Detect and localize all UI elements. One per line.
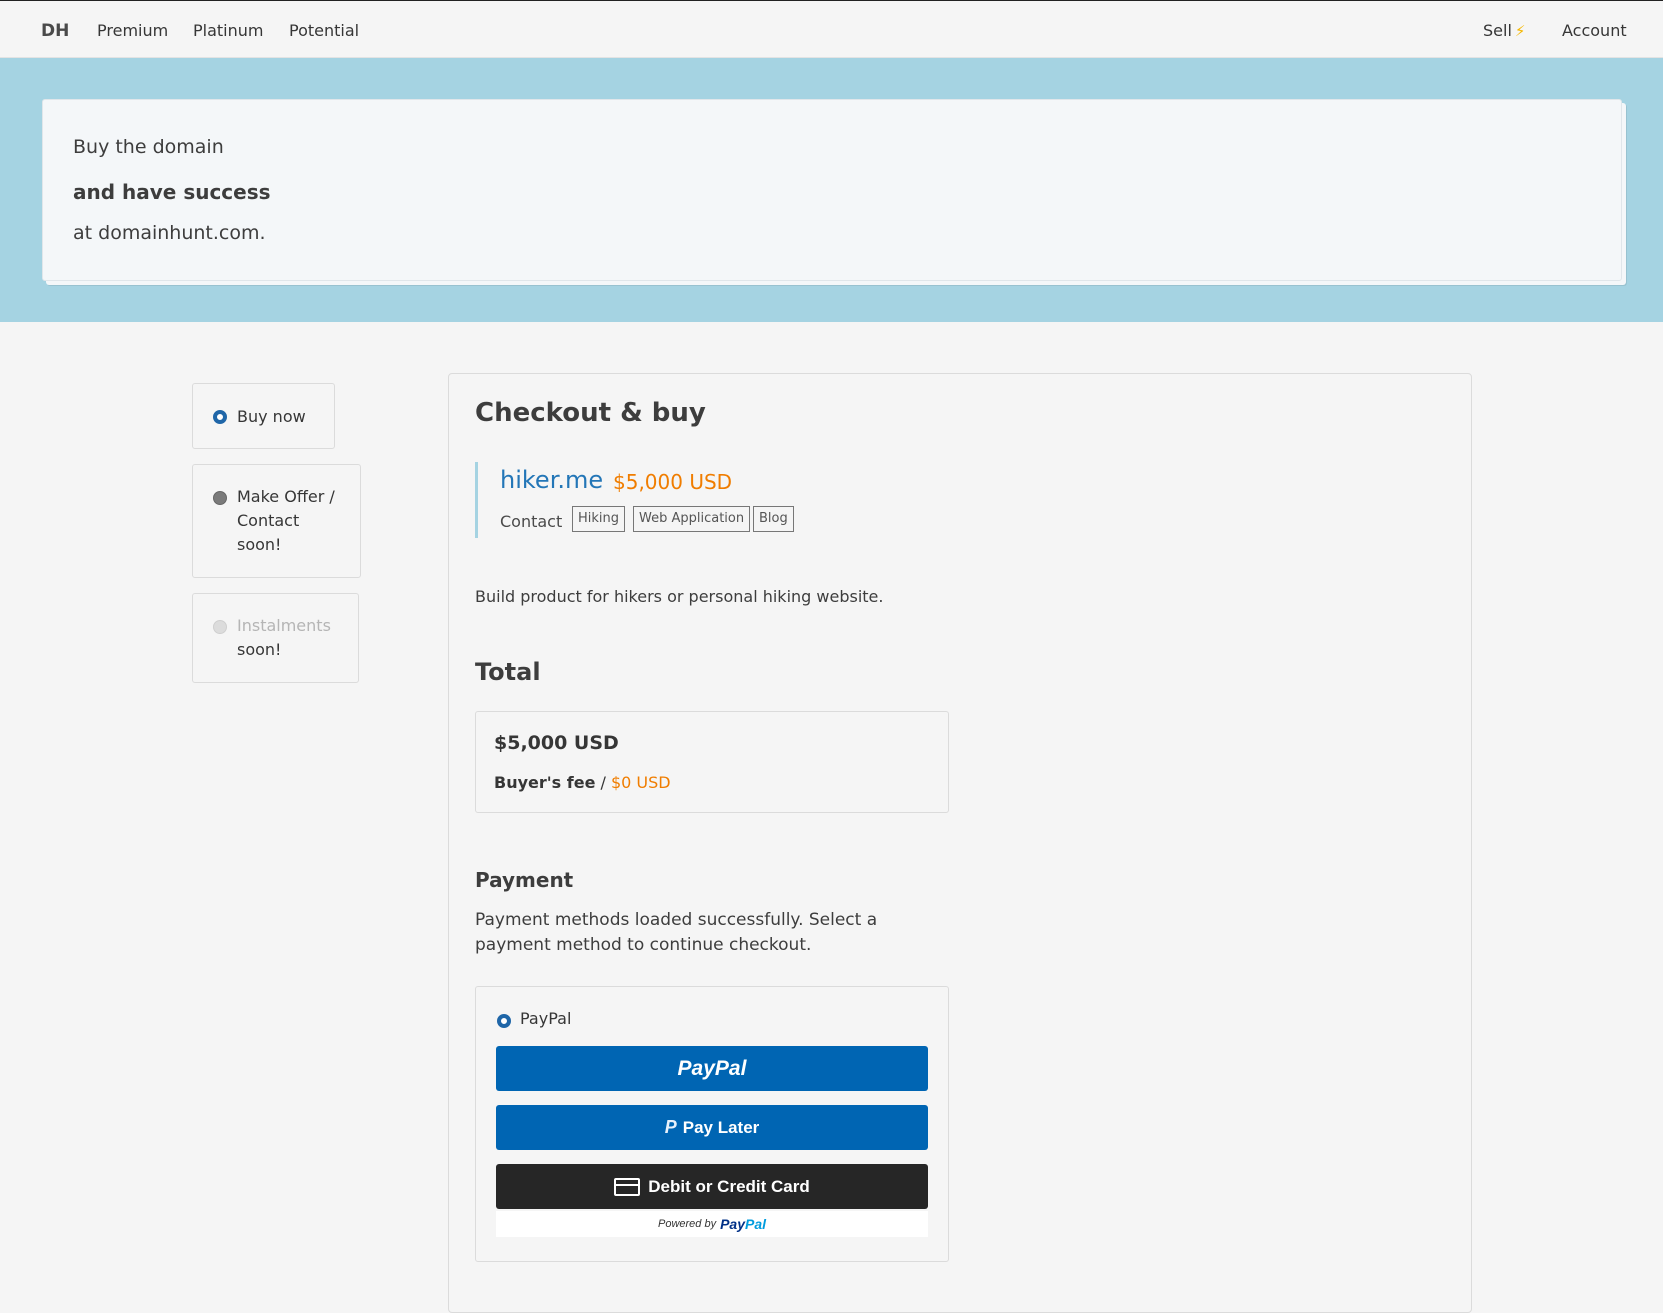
option-instalments: Instalments soon! [192,593,359,683]
credit-card-icon [614,1177,641,1196]
domain-price: $5,000 USD [613,470,733,494]
option-make-offer-label-1: Make Offer / [237,487,335,506]
brand-logo[interactable]: DH [41,1,69,61]
hero-line-3: at domainhunt.com. [73,222,266,244]
payment-heading: Payment [475,868,574,892]
option-buy-now-label: Buy now [237,407,306,426]
paypal-logo: PayPal [720,1216,766,1232]
total-amount: $5,000 USD [494,732,619,754]
paypal-button[interactable]: PayPal [496,1046,928,1091]
option-make-offer[interactable]: Make Offer / Contact soon! [192,464,361,578]
top-navbar: DH Premium Platinum Potential Sell ⚡ Acco… [0,0,1663,58]
domain-name-link[interactable]: hiker.me [500,466,603,494]
radio-unselected-icon [213,491,227,505]
nav-link-sell[interactable]: Sell ⚡ [1483,1,1525,61]
pay-later-button[interactable]: P Pay Later [496,1105,928,1150]
buyers-fee-value: $0 USD [610,773,671,792]
powered-by-paypal: Powered by PayPal [496,1211,928,1237]
buyers-fee-label: Buyer's fee [494,773,596,792]
buyers-fee-separator: / [595,773,611,792]
tag-web-application[interactable]: Web Application [633,506,751,532]
payment-methods-box: PayPal PayPal P Pay Later Debit or Credi… [475,986,949,1262]
radio-disabled-icon [213,620,227,634]
option-make-offer-soon: soon! [237,535,282,554]
option-instalments-label: Instalments [237,616,331,635]
paypal-button-label: PayPal [677,1056,747,1080]
total-heading: Total [475,658,541,686]
nav-link-account[interactable]: Account [1562,1,1627,61]
contact-link[interactable]: Contact [500,512,562,531]
hero-line-2: and have success [73,180,271,204]
paypal-p-icon: P [664,1117,677,1137]
buyers-fee: Buyer's fee / $0 USD [494,773,671,792]
debit-credit-card-label: Debit or Credit Card [648,1176,810,1196]
lightning-icon: ⚡ [1514,22,1526,40]
nav-link-platinum[interactable]: Platinum [193,1,263,61]
domain-summary: hiker.me $5,000 USD Contact Hiking Web A… [475,462,878,538]
nav-link-premium[interactable]: Premium [97,1,168,61]
paypal-radio[interactable] [497,1014,511,1028]
pay-later-label: Pay Later [682,1117,760,1137]
radio-selected-icon [213,410,227,424]
checkout-card: Checkout & buy hiker.me $5,000 USD Conta… [448,373,1472,1313]
total-box: $5,000 USD Buyer's fee / $0 USD [475,711,949,813]
paypal-logo-pal: Pal [745,1216,767,1232]
tag-hiking[interactable]: Hiking [572,506,626,532]
hero-line-1: Buy the domain [73,136,224,158]
hero-banner: Buy the domain and have success at domai… [0,58,1663,322]
nav-link-potential[interactable]: Potential [289,1,359,61]
option-make-offer-label-2: Contact [237,511,300,530]
powered-by-text: Powered by [657,1218,717,1230]
tag-blog[interactable]: Blog [753,506,794,532]
paypal-logo-pay: Pay [720,1216,745,1232]
option-instalments-soon: soon! [237,640,282,659]
hero-card: Buy the domain and have success at domai… [42,99,1622,281]
debit-credit-card-button[interactable]: Debit or Credit Card [496,1164,928,1209]
payment-message: Payment methods loaded successfully. Sel… [475,910,878,955]
checkout-title: Checkout & buy [475,398,706,428]
option-buy-now[interactable]: Buy now [192,383,335,449]
domain-description: Build product for hikers or personal hik… [475,587,884,606]
nav-sell-label: Sell [1483,21,1512,40]
paypal-method-label: PayPal [520,1009,572,1028]
